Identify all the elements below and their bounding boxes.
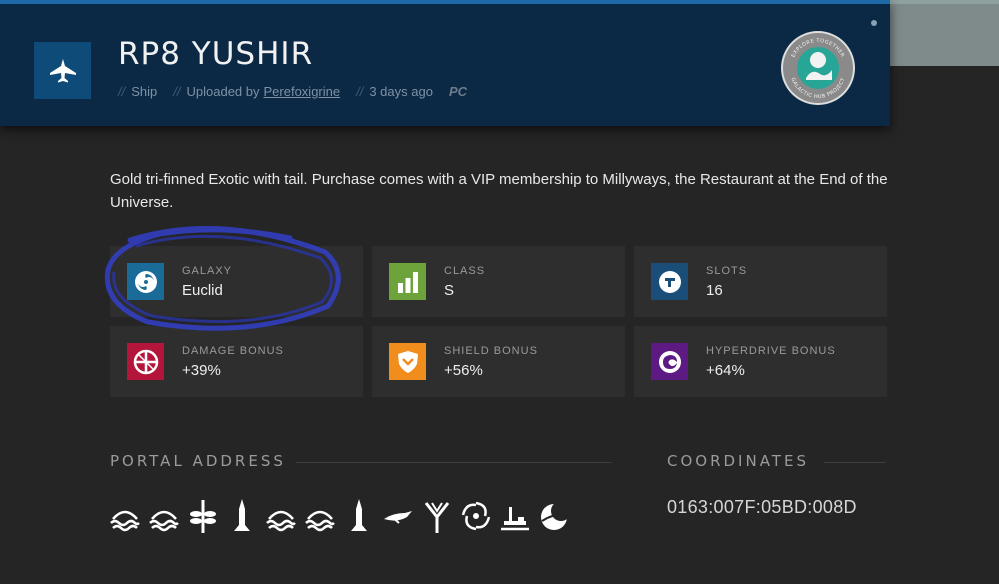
coordinates-value: 0163:007F:05BD:008D (667, 497, 857, 517)
stats-grid: GALAXY Euclid CLASS S SLOTS 16 DAMAGE BO… (110, 246, 887, 397)
class-bars-icon (389, 263, 426, 300)
rocket-glyph (234, 499, 250, 531)
item-meta: // Ship // Uploaded by Perefoxigrine // … (118, 84, 468, 99)
item-type[interactable]: Ship (131, 84, 157, 99)
boat-glyph (149, 510, 179, 532)
voxel-glyph (501, 507, 529, 531)
galaxy-glyph (461, 501, 491, 531)
stat-damage-bonus: DAMAGE BONUS +39% (110, 326, 363, 397)
boat-glyph (110, 510, 140, 532)
platform-badge: PC (448, 84, 468, 99)
eclipse-glyph (541, 501, 569, 530)
stat-hyperdrive-bonus: HYPERDRIVE BONUS +64% (634, 326, 887, 397)
status-dot (871, 20, 877, 26)
slots-icon (651, 263, 688, 300)
uploaded-by-label: Uploaded by (186, 84, 260, 99)
stat-class: CLASS S (372, 246, 625, 317)
stat-slots: SLOTS 16 (634, 246, 887, 317)
uploader-link[interactable]: Perefoxigrine (264, 84, 341, 99)
damage-icon (127, 343, 164, 380)
rocket-glyph (351, 499, 367, 531)
stat-shield-bonus: SHIELD BONUS +56% (372, 326, 625, 397)
background-banner (890, 0, 999, 66)
divider (824, 462, 886, 463)
stat-galaxy: GALAXY Euclid (110, 246, 363, 317)
boat-glyph (266, 510, 296, 532)
divider (296, 462, 612, 463)
page-title: RP8 YUSHIR (118, 36, 314, 72)
fighter-jet-icon (34, 42, 91, 99)
galactic-hub-badge[interactable]: EXPLORE TOGETHER GALACTIC HUB PROJECT (780, 30, 856, 106)
galaxy-icon (127, 263, 164, 300)
shield-icon (389, 343, 426, 380)
bird-glyph (384, 511, 412, 524)
item-header: RP8 YUSHIR // Ship // Uploaded by Perefo… (0, 0, 890, 126)
item-description: Gold tri-finned Exotic with tail. Purcha… (110, 171, 888, 211)
dragonfly-glyph (190, 500, 216, 533)
hyperdrive-icon (651, 343, 688, 380)
boat-glyph (305, 510, 335, 532)
portal-address-title: PORTAL ADDRESS (110, 452, 286, 470)
coordinates-title: COORDINATES (667, 452, 809, 470)
portal-glyphs (110, 497, 569, 535)
tree-glyph (424, 502, 450, 533)
upload-age: 3 days ago (369, 84, 433, 99)
